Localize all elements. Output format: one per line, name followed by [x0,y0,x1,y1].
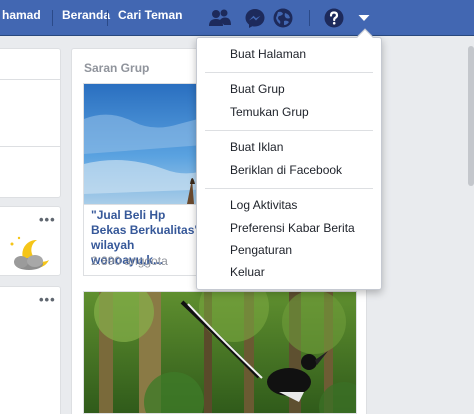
group-member-count: 2.890 anggota [91,254,168,268]
top-navigation-bar: hamad Beranda Cari Teman [0,0,474,36]
more-options-icon[interactable]: ••• [39,292,56,307]
menu-item-activity-log[interactable]: Log Aktivitas [197,194,381,216]
messenger-icon[interactable] [243,6,267,30]
menu-item-create-group[interactable]: Buat Grup [197,78,381,100]
more-options-icon[interactable]: ••• [39,212,56,227]
menu-item-find-groups[interactable]: Temukan Grup [197,101,381,123]
menu-item-log-out[interactable]: Keluar [197,261,381,283]
menu-item-news-feed-preferences[interactable]: Preferensi Kabar Berita [197,217,381,239]
account-dropdown-menu: Buat Halaman Buat Grup Temukan Grup Buat… [196,28,382,290]
menu-item-create-ad[interactable]: Buat Iklan [197,136,381,158]
left-content-panel [0,48,61,198]
notifications-globe-icon[interactable] [271,6,295,30]
nav-divider [309,10,310,26]
home-link[interactable]: Beranda [62,8,110,22]
menu-divider [205,130,373,131]
panel-divider [0,79,61,80]
left-post-card: ••• [0,206,61,276]
find-friends-link[interactable]: Cari Teman [118,8,182,22]
help-icon[interactable] [322,6,346,30]
nav-divider [52,10,53,26]
panel-divider [0,146,61,147]
nav-divider [107,10,108,26]
menu-divider [205,72,373,73]
menu-item-advertise-on-facebook[interactable]: Beriklan di Facebook [197,159,381,181]
moon-sticker-image [10,236,49,270]
group-suggestion-card[interactable] [83,291,357,414]
left-post-card: ••• [0,286,61,414]
page-scrollbar-thumb[interactable] [468,46,474,186]
group-cover-photo[interactable] [84,292,357,414]
menu-item-create-page[interactable]: Buat Halaman [197,43,381,65]
account-menu-caret-icon[interactable] [352,6,376,30]
menu-divider [205,188,373,189]
page-scrollbar-track[interactable] [468,36,474,414]
section-title: Saran Grup [84,61,150,75]
menu-item-settings[interactable]: Pengaturan [197,239,381,261]
friend-requests-icon[interactable] [208,6,232,30]
profile-link[interactable]: hamad [2,8,41,22]
